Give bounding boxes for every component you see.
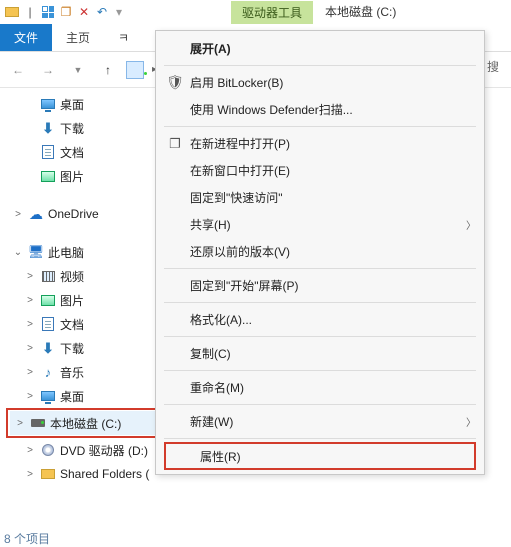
shield-icon: 🛡 xyxy=(164,74,186,91)
onedrive-group: >☁OneDrive xyxy=(0,202,180,226)
menu-separator xyxy=(164,268,476,269)
up-button[interactable]: ↑ xyxy=(96,58,120,82)
tree-item-downloads-pc[interactable]: >⬇下载 xyxy=(0,336,180,360)
tree-item-documents-pc[interactable]: >文档 xyxy=(0,312,180,336)
app-icon xyxy=(4,4,20,20)
new-window-icon: ❐ xyxy=(164,136,186,152)
tree-item-downloads[interactable]: ⬇下载 xyxy=(0,116,180,140)
tree-item-onedrive[interactable]: >☁OneDrive xyxy=(0,202,180,226)
menu-defender[interactable]: 使用 Windows Defender扫描... xyxy=(156,96,484,123)
quick-access-group: 桌面 ⬇下载 文档 图片 xyxy=(0,92,180,188)
tree-item-pictures[interactable]: 图片 xyxy=(0,164,180,188)
menu-separator xyxy=(164,302,476,303)
highlighted-item: 属性(R) xyxy=(164,442,476,470)
context-menu: 展开(A) 🛡启用 BitLocker(B) 使用 Windows Defend… xyxy=(155,30,485,475)
quick-access-toolbar: | ❐ ✕ ↶ ▾ xyxy=(4,4,126,20)
forward-button[interactable]: → xyxy=(36,58,60,82)
menu-pin-quick[interactable]: 固定到"快速访问" xyxy=(156,184,484,211)
pc-icon: 🖥 xyxy=(28,244,44,260)
menu-copy[interactable]: 复制(C) xyxy=(156,340,484,367)
properties-icon[interactable] xyxy=(40,4,56,20)
window-title: 本地磁盘 (C:) xyxy=(317,1,404,24)
menu-separator xyxy=(164,65,476,66)
hdd-icon xyxy=(30,415,46,431)
tree-item-videos[interactable]: >视频 xyxy=(0,264,180,288)
tree-item-desktop-pc[interactable]: >桌面 xyxy=(0,384,180,408)
menu-open-new-process[interactable]: ❐在新进程中打开(P) xyxy=(156,130,484,157)
menu-pin-start[interactable]: 固定到"开始"屏幕(P) xyxy=(156,272,484,299)
menu-rename[interactable]: 重命名(M) xyxy=(156,374,484,401)
address-bar[interactable]: ▸ xyxy=(126,61,157,79)
tree-item-this-pc[interactable]: ⌄🖥此电脑 xyxy=(0,240,180,264)
delete-icon[interactable]: ✕ xyxy=(76,4,92,20)
view-icon[interactable] xyxy=(126,61,144,79)
menu-separator xyxy=(164,126,476,127)
menu-bitlocker[interactable]: 🛡启用 BitLocker(B) xyxy=(156,69,484,96)
menu-share[interactable]: 共享(H)〉 xyxy=(156,211,484,238)
status-bar: 8 个项目 xyxy=(4,530,50,547)
submenu-arrow-icon: 〉 xyxy=(466,414,476,429)
recent-dropdown-icon[interactable]: ▼ xyxy=(66,58,90,82)
chevron-right-icon[interactable]: > xyxy=(12,209,24,220)
folder-icon xyxy=(40,466,56,482)
music-icon: ♪ xyxy=(40,364,56,380)
undo-icon[interactable]: ↶ xyxy=(94,4,110,20)
menu-new[interactable]: 新建(W)〉 xyxy=(156,408,484,435)
new-folder-icon[interactable]: ❐ xyxy=(58,4,74,20)
title-bar: | ❐ ✕ ↶ ▾ 驱动器工具 本地磁盘 (C:) xyxy=(0,0,511,24)
qat-separator: | xyxy=(22,4,38,20)
drive-tools-tab[interactable]: 驱动器工具 xyxy=(231,1,313,24)
home-tab[interactable]: 主页 xyxy=(52,24,104,51)
menu-expand[interactable]: 展开(A) xyxy=(156,35,484,62)
submenu-arrow-icon: 〉 xyxy=(466,217,476,232)
tree-item-music[interactable]: >♪音乐 xyxy=(0,360,180,384)
file-tab[interactable]: 文件 xyxy=(0,24,52,51)
download-icon: ⬇ xyxy=(40,340,56,356)
menu-separator xyxy=(164,336,476,337)
download-icon: ⬇ xyxy=(40,120,56,136)
menu-open-new-window[interactable]: 在新窗口中打开(E) xyxy=(156,157,484,184)
search-box[interactable]: 搜 xyxy=(487,58,507,75)
tree-item-c-drive[interactable]: >本地磁盘 (C:) xyxy=(10,411,170,435)
menu-properties[interactable]: 属性(R) xyxy=(164,442,476,470)
dvd-icon xyxy=(40,442,56,458)
menu-format[interactable]: 格式化(A)... xyxy=(156,306,484,333)
chevron-down-icon[interactable]: ⌄ xyxy=(12,247,24,258)
tree-item-desktop[interactable]: 桌面 xyxy=(0,92,180,116)
truncated-tab[interactable]: ㅋ xyxy=(104,24,143,51)
tree-item-dvd[interactable]: >DVD 驱动器 (D:) xyxy=(0,438,180,462)
menu-restore-versions[interactable]: 还原以前的版本(V) xyxy=(156,238,484,265)
tree-item-documents[interactable]: 文档 xyxy=(0,140,180,164)
menu-separator xyxy=(164,370,476,371)
this-pc-group: ⌄🖥此电脑 >视频 >图片 >文档 >⬇下载 >♪音乐 >桌面 >本地磁盘 (C… xyxy=(0,240,180,486)
menu-separator xyxy=(164,404,476,405)
navigation-pane: 桌面 ⬇下载 文档 图片 >☁OneDrive ⌄🖥此电脑 >视频 >图片 >文… xyxy=(0,88,180,547)
tree-item-pictures-pc[interactable]: >图片 xyxy=(0,288,180,312)
tree-item-shared[interactable]: >Shared Folders ( xyxy=(0,462,180,486)
selected-highlight: >本地磁盘 (C:) xyxy=(6,408,174,438)
cloud-icon: ☁ xyxy=(28,206,44,222)
back-button[interactable]: ← xyxy=(6,58,30,82)
menu-separator xyxy=(164,438,476,439)
qat-dropdown-icon[interactable]: ▾ xyxy=(116,5,122,19)
